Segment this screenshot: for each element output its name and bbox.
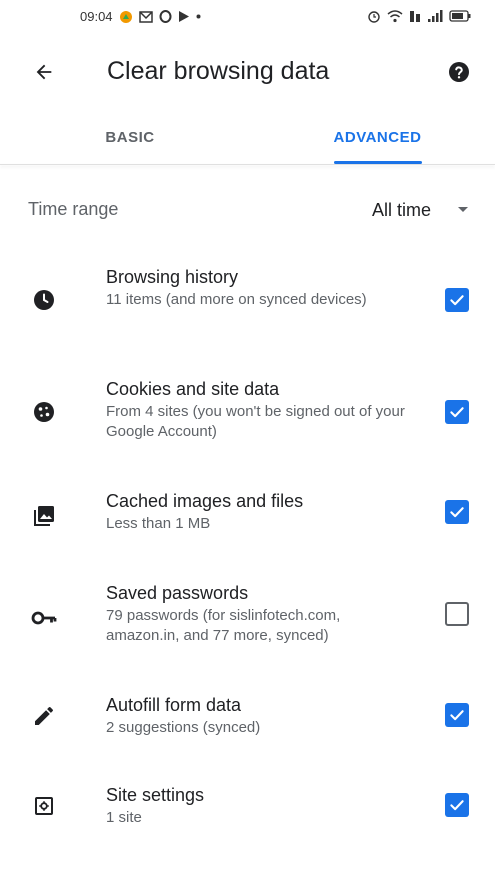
site-settings-title: Site settings (106, 785, 205, 805)
signal-icon (427, 10, 443, 22)
back-arrow-icon (36, 64, 52, 80)
checkbox-box (445, 793, 469, 817)
autofill-description: 2 suggestions (synced) (106, 719, 261, 736)
wifi-icon (387, 9, 403, 23)
cookies-checkbox[interactable] (445, 400, 469, 424)
play-store-icon (178, 10, 190, 23)
check-icon (450, 507, 464, 518)
time-range-dropdown[interactable]: All time (372, 193, 469, 227)
cached-images-description: Less than 1 MB (106, 515, 211, 532)
checkbox-box (445, 500, 469, 524)
help-button[interactable] (441, 54, 477, 90)
opera-icon (159, 10, 172, 23)
dropdown-arrow-icon (458, 207, 468, 212)
tab-basic[interactable]: BASIC (40, 110, 220, 164)
checkbox-box (445, 602, 469, 626)
tab-advanced[interactable]: ADVANCED (290, 110, 465, 164)
cookie-icon (28, 396, 60, 428)
status-bar: 09:04 (0, 0, 495, 34)
time-range-value: All time (371, 199, 431, 220)
cached-images-item[interactable]: Cached images and files Less than 1 MB (0, 486, 495, 576)
page-title: Clear browsing data (107, 57, 330, 85)
browsing-history-item[interactable]: Browsing history 11 items (and more on s… (0, 262, 495, 352)
app-bar: Clear browsing data (0, 40, 495, 102)
browsing-history-title: Browsing history (106, 267, 239, 287)
cookies-item[interactable]: Cookies and site data From 4 sites (you … (0, 374, 495, 464)
saved-passwords-description: 79 passwords (for sislinfotech.com, amaz… (106, 607, 341, 644)
saved-passwords-item[interactable]: Saved passwords 79 passwords (for sislin… (0, 578, 495, 668)
battery-icon (449, 10, 471, 22)
tabs-divider (0, 164, 495, 165)
alarm-icon (367, 9, 381, 23)
site-settings-description: 1 site (106, 809, 142, 826)
mail-icon (138, 10, 153, 23)
cookies-title: Cookies and site data (106, 379, 280, 399)
cookies-description: From 4 sites (you won't be signed out of… (106, 403, 405, 440)
clock-icon (28, 284, 60, 316)
autofill-item[interactable]: Autofill form data 2 suggestions (synced… (0, 690, 495, 780)
images-icon (28, 500, 60, 532)
data-icon (409, 10, 421, 23)
site-settings-item[interactable]: Site settings 1 site (0, 780, 495, 870)
browsing-history-description: 11 items (and more on synced devices) (106, 291, 367, 308)
help-icon (449, 62, 469, 82)
key-icon (28, 602, 60, 634)
time-range-row: Time range All time (0, 185, 495, 235)
tab-bar: BASIC ADVANCED (0, 110, 495, 164)
status-left: 09:04 (80, 9, 201, 24)
dot-icon (196, 14, 201, 19)
site-settings-icon (28, 790, 60, 822)
status-time: 09:04 (80, 9, 113, 24)
checkbox-box (445, 288, 469, 312)
pencil-icon (28, 700, 60, 732)
cached-images-checkbox[interactable] (445, 500, 469, 524)
time-range-label: Time range (28, 199, 119, 219)
autofill-checkbox[interactable] (445, 703, 469, 727)
app-notification-icon (119, 10, 133, 24)
status-right (367, 9, 471, 23)
back-button[interactable] (26, 54, 62, 90)
check-icon (450, 800, 464, 811)
site-settings-checkbox[interactable] (445, 793, 469, 817)
saved-passwords-title: Saved passwords (106, 583, 249, 603)
saved-passwords-checkbox[interactable] (445, 602, 469, 626)
browsing-history-checkbox[interactable] (445, 288, 469, 312)
checkbox-box (445, 400, 469, 424)
autofill-title: Autofill form data (106, 695, 242, 715)
checkbox-box (445, 703, 469, 727)
cached-images-title: Cached images and files (106, 491, 304, 511)
check-icon (450, 295, 464, 306)
check-icon (450, 710, 464, 721)
check-icon (450, 407, 464, 418)
